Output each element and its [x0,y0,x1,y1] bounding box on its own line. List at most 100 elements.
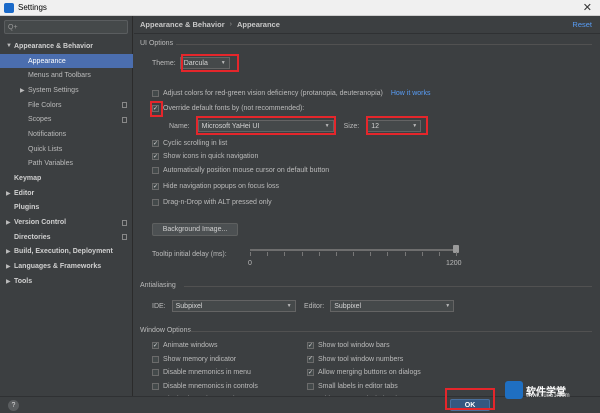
slider-min-label: 0 [248,260,252,267]
sidebar-item[interactable]: ▼ Appearance & Behavior [0,39,133,54]
sidebar-item[interactable]: ▶ Languages & Frameworks [0,259,133,274]
sidebar-item[interactable]: Plugins [0,201,133,216]
slider-tick [370,252,372,256]
editor-antialiasing-dropdown[interactable]: Subpixel ▼ [330,300,455,312]
project-scope-icon [122,102,127,109]
search-input[interactable]: Q+ [4,20,128,34]
show-icons-checkbox[interactable]: ✓ [152,153,159,160]
window-option-row[interactable]: Disable mnemonics in controls [152,382,258,390]
window-option-checkbox[interactable]: ✓ [152,342,159,349]
sidebar-item[interactable]: Path Variables [0,157,133,172]
sidebar-item[interactable]: ▶ Version Control [0,215,133,230]
background-image-button[interactable]: Background Image... [152,223,238,236]
sidebar-item[interactable]: ▶ System Settings [0,83,133,98]
editor-antialiasing-row: Editor: Subpixel ▼ [304,300,455,312]
close-icon[interactable]: ✕ [583,1,592,14]
window-option-row[interactable]: ✓ Animate windows [152,342,217,349]
help-button[interactable]: ? [8,400,19,411]
sidebar-item[interactable]: ▶ Build, Execution, Deployment [0,245,133,260]
sidebar-item[interactable]: Menus and Toolbars [0,68,133,83]
slider-tick [456,252,457,256]
show-icons-row[interactable]: ✓ Show icons in quick navigation [152,153,258,160]
font-size-highlight-box [366,116,428,135]
slider-tick [250,252,251,256]
ui-options-label: UI Options [140,40,174,47]
drag-drop-checkbox[interactable] [152,199,159,206]
slider-tick [301,252,303,256]
window-option-checkbox[interactable] [307,382,314,390]
how-it-works-link[interactable]: How it works [391,90,431,97]
reset-link[interactable]: Reset [572,20,592,29]
hide-nav-row[interactable]: ✓ Hide navigation popups on focus loss [152,183,279,190]
window-title: Settings [18,3,47,12]
window-option-row[interactable]: ✓ Show tool window bars [307,342,390,349]
settings-tree: ▼ Appearance & Behavior Appearance Menus an… [0,39,133,289]
window-option-row[interactable]: Disable mnemonics in menu [152,369,251,376]
sidebar-item[interactable]: Quick Lists [0,142,133,157]
window-option-row[interactable]: ✓ Allow merging buttons on dialogs [307,369,421,376]
adjust-colors-row[interactable]: Adjust colors for red-green vision defic… [152,90,431,97]
window-option-label: Small labels in editor tabs [318,382,398,390]
window-option-row[interactable]: ✓ Show tool window numbers [307,355,404,363]
sidebar-item-label: Appearance [28,57,66,65]
sidebar-item[interactable]: ▶ Editor [0,186,133,201]
window-option-label: Show tool window numbers [318,355,404,363]
ide-antialiasing-value: Subpixel [175,302,203,310]
sidebar-item-label: Quick Lists [28,145,63,153]
drag-drop-row[interactable]: Drag-n-Drop with ALT pressed only [152,199,272,206]
window-option-checkbox[interactable]: ✓ [307,355,314,363]
theme-highlight-box [181,54,239,72]
slider-tick [387,252,389,256]
sidebar-item[interactable]: ▶ Tools [0,274,133,289]
expand-right-icon: ▶ [6,278,11,285]
window-option-label: Allow merging buttons on dialogs [318,369,421,376]
slider-tick [284,252,286,256]
window-option-checkbox[interactable] [152,369,159,376]
sidebar-item[interactable]: Appearance [0,53,133,69]
tooltip-delay-label: Tooltip initial delay (ms): [152,251,227,258]
sidebar-item[interactable]: Directories [0,230,133,245]
expand-down-icon: ▼ [6,43,12,50]
window-option-checkbox[interactable]: ✓ [307,342,314,349]
title-bar: Settings ✕ [0,0,600,16]
tooltip-delay-slider[interactable] [250,242,459,262]
window-option-label: Disable mnemonics in controls [163,382,258,390]
window-option-label: Show memory indicator [163,355,237,363]
sidebar-item-label: Scopes [28,116,52,124]
expand-right-icon: ▶ [20,87,25,94]
sidebar-item-label: System Settings [28,86,79,94]
window-option-row[interactable]: Small labels in editor tabs [307,382,398,390]
expand-right-icon: ▶ [6,264,11,271]
cyclic-checkbox[interactable]: ✓ [152,140,159,147]
sidebar-item-label: Version Control [14,219,67,227]
app-icon [4,2,14,13]
project-scope-icon [122,219,127,226]
sidebar-item[interactable]: Notifications [0,127,133,142]
editor-label: Editor: [304,302,325,310]
sidebar-item-label: Build, Execution, Deployment [14,248,113,256]
sidebar-item[interactable]: File Colors [0,98,133,113]
breadcrumb-parent: Appearance & Behavior [140,20,225,29]
sidebar-item[interactable]: Scopes [0,112,133,127]
auto-position-label: Automatically position mouse cursor on d… [163,167,330,174]
window-option-checkbox[interactable]: ✓ [307,369,314,376]
sidebar-item-label: Directories [14,233,51,241]
window-option-checkbox[interactable] [152,382,159,390]
auto-position-row[interactable]: Automatically position mouse cursor on d… [152,167,329,174]
editor-antialiasing-value: Subpixel [334,302,362,310]
font-name-label: Name: [169,122,190,130]
hide-nav-label: Hide navigation popups on focus loss [163,183,279,190]
settings-sidebar: Q+ ▼ Appearance & Behavior Appearance Menus… [0,16,133,396]
sidebar-item[interactable]: Keymap [0,171,133,186]
ide-antialiasing-dropdown[interactable]: Subpixel ▼ [171,300,296,312]
window-option-checkbox[interactable] [152,355,159,363]
adjust-colors-checkbox[interactable] [152,90,159,97]
hide-nav-checkbox[interactable]: ✓ [152,183,159,190]
slider-tick [353,252,354,256]
cyclic-row[interactable]: ✓ Cyclic scrolling in list [152,140,227,147]
window-option-row[interactable]: Show memory indicator [152,355,237,363]
auto-position-checkbox[interactable] [152,167,159,174]
window-options-divider [190,331,592,332]
override-fonts-row[interactable]: ✓ Override default fonts by (not recomme… [152,105,304,112]
antialiasing-divider [184,286,592,287]
